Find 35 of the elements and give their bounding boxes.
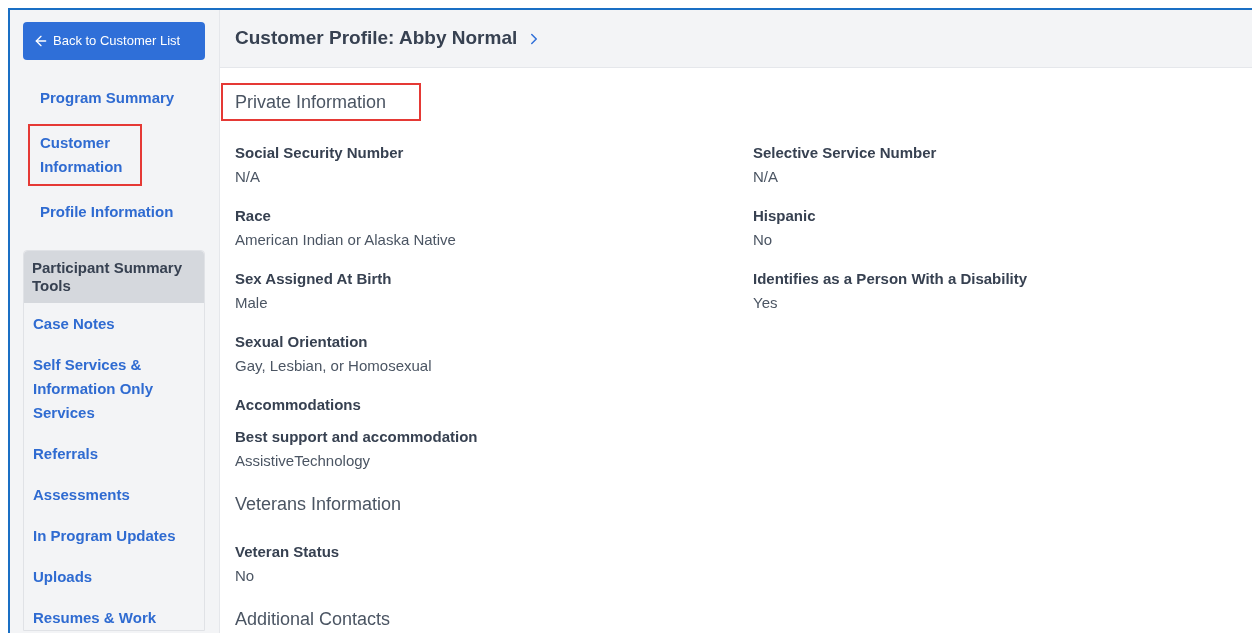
nav-link[interactable]: Customer Information <box>28 124 142 186</box>
subsection-label: Accommodations <box>235 396 361 413</box>
field-label: Best support and accommodation <box>235 427 478 447</box>
field-value: N/A <box>753 167 778 187</box>
tool-link[interactable]: Resumes & Work <box>33 606 157 630</box>
tools-panel-header: Participant Summary Tools <box>24 251 204 303</box>
tool-link[interactable]: Uploads <box>33 565 93 589</box>
page-title: Customer Profile: Abby Normal <box>235 26 518 51</box>
tool-link[interactable]: In Program Updates <box>33 524 176 548</box>
field-value: Male <box>235 293 268 313</box>
section-heading: Private Information <box>221 83 421 121</box>
field-label: Race <box>235 206 271 226</box>
field-value: No <box>753 230 773 250</box>
field-value: No <box>235 566 255 586</box>
nav-link[interactable]: Profile Information <box>28 196 186 228</box>
nav-link[interactable]: Program Summary <box>28 82 187 114</box>
section-heading: Additional Contacts <box>234 608 392 631</box>
tool-link[interactable]: Case Notes <box>33 312 115 336</box>
field-value: Gay, Lesbian, or Homosexual <box>235 356 432 376</box>
section-heading: Veterans Information <box>234 493 403 516</box>
field-label: Sexual Orientation <box>235 332 368 352</box>
tool-link[interactable]: Self Services & Information Only Services <box>33 353 195 425</box>
field-label: Social Security Number <box>235 143 404 163</box>
tool-link[interactable]: Assessments <box>33 483 130 507</box>
field-value: American Indian or Alaska Native <box>235 230 456 250</box>
back-button[interactable]: Back to Customer List <box>23 22 205 60</box>
field-value: N/A <box>235 167 260 187</box>
tool-link[interactable]: Referrals <box>33 442 99 466</box>
field-label: Sex Assigned At Birth <box>235 269 392 289</box>
field-value: Yes <box>753 293 778 313</box>
field-value: AssistiveTechnology <box>235 451 371 471</box>
field-label: Identifies as a Person With a Disability <box>753 269 1028 289</box>
field-label: Selective Service Number <box>753 143 937 163</box>
field-label: Veteran Status <box>235 542 340 562</box>
field-label: Hispanic <box>753 206 816 226</box>
